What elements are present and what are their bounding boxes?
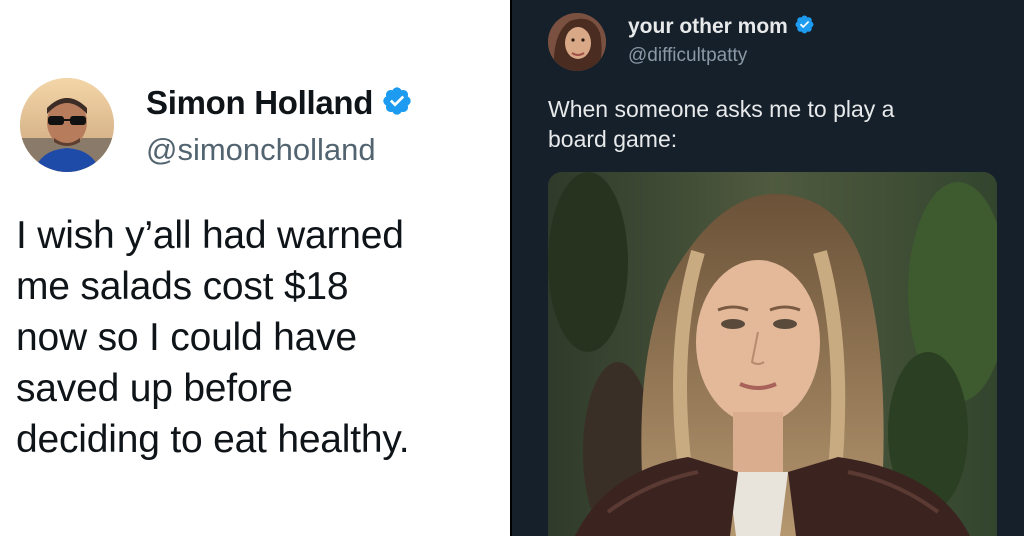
avatar-photo	[20, 78, 114, 172]
name-row: your other mom	[628, 14, 815, 40]
tweet-text-line: I wish y’all had warned	[16, 214, 404, 257]
avatar[interactable]	[20, 78, 114, 172]
tweet-text-line: When someone asks me to play a	[548, 96, 895, 122]
avatar[interactable]	[548, 13, 606, 71]
tweet-text-line: saved up before	[16, 367, 293, 410]
handle[interactable]: @simoncholland	[146, 132, 376, 168]
left-tweet: Simon Holland @simoncholland I wish y’al…	[0, 0, 510, 536]
verified-badge-icon	[794, 14, 815, 40]
tweet-text: I wish y’all had warned me salads cost $…	[16, 210, 502, 465]
verified-badge-icon	[381, 85, 413, 122]
tweet-media-photo[interactable]	[548, 172, 997, 536]
handle[interactable]: @difficultpatty	[628, 45, 747, 67]
display-name[interactable]: Simon Holland	[146, 84, 373, 122]
tweet-text-line: now so I could have	[16, 316, 357, 359]
tweet-text-line: me salads cost $18	[16, 265, 349, 308]
right-tweet: your other mom @difficultpatty When some…	[512, 0, 1024, 536]
tweet-text-line: board game:	[548, 126, 678, 152]
avatar-photo	[548, 13, 606, 71]
photo-image	[548, 172, 997, 536]
tweet-text: When someone asks me to play a board gam…	[548, 94, 988, 154]
name-row: Simon Holland	[146, 84, 413, 122]
display-name[interactable]: your other mom	[628, 15, 788, 39]
tweet-text-line: deciding to eat healthy.	[16, 418, 410, 461]
